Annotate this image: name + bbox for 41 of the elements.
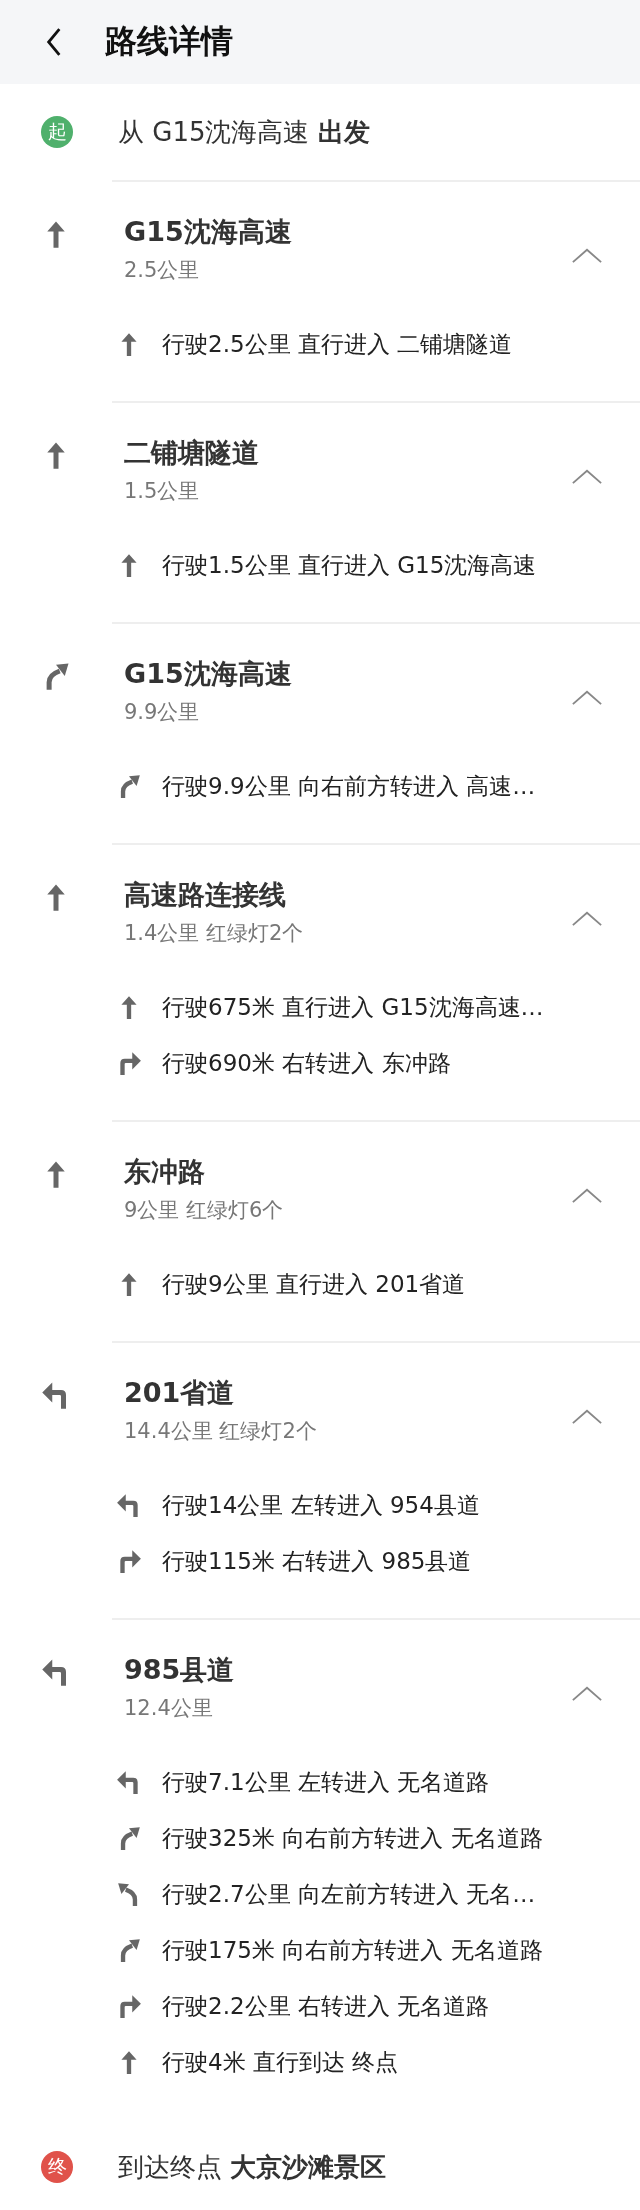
back-icon[interactable] [45, 27, 63, 57]
segment-summary: 1.5公里 [124, 478, 201, 505]
collapse-chevron-icon[interactable] [571, 1408, 603, 1425]
step-instruction: 行驶2.7公里 向左前方转进入 无名… [162, 1879, 536, 1909]
page-title: 路线详情 [105, 21, 233, 62]
collapse-chevron-icon[interactable] [571, 468, 603, 485]
collapse-chevron-icon[interactable] [571, 1685, 603, 1702]
step-instruction: 行驶9.9公里 向右前方转进入 高速… [162, 771, 536, 801]
step-instruction: 行驶14公里 左转进入 954县道 [162, 1490, 480, 1520]
collapse-chevron-icon[interactable] [571, 1187, 603, 1204]
step-instruction: 行驶1.5公里 直行进入 G15沈海高速 [162, 550, 537, 580]
step-instruction: 行驶2.5公里 直行进入 二铺塘隧道 [162, 329, 513, 359]
step-instruction: 行驶2.2公里 右转进入 无名道路 [162, 1991, 490, 2021]
step-instruction: 行驶175米 向右前方转进入 无名道路 [162, 1935, 543, 1965]
road-name: 高速路连接线 [124, 878, 287, 912]
start-point-text: 从 G15沈海高速 出发 [118, 115, 370, 149]
road-name: 201省道 [124, 1376, 236, 1410]
step-instruction: 行驶4米 直行到达 终点 [162, 2047, 399, 2077]
collapse-chevron-icon[interactable] [571, 247, 603, 264]
road-name: G15沈海高速 [124, 215, 293, 249]
collapse-chevron-icon[interactable] [571, 689, 603, 706]
road-name: 东冲路 [124, 1155, 206, 1189]
segment-summary: 9.9公里 [124, 699, 201, 726]
start-badge: 起 [41, 116, 73, 148]
segment-summary: 9公里 红绿灯6个 [124, 1197, 285, 1224]
step-instruction: 行驶7.1公里 左转进入 无名道路 [162, 1767, 490, 1797]
step-instruction: 行驶9公里 直行进入 201省道 [162, 1269, 466, 1299]
segment-summary: 14.4公里 红绿灯2个 [124, 1418, 318, 1445]
segment-summary: 1.4公里 红绿灯2个 [124, 920, 305, 947]
road-name: 二铺塘隧道 [124, 436, 260, 470]
destination-text: 到达终点 大京沙滩景区 [118, 2150, 387, 2184]
segment-summary: 2.5公里 [124, 257, 201, 284]
collapse-chevron-icon[interactable] [571, 910, 603, 927]
step-instruction: 行驶675米 直行进入 G15沈海高速… [162, 992, 544, 1022]
end-badge: 终 [41, 2151, 73, 2183]
step-instruction: 行驶325米 向右前方转进入 无名道路 [162, 1823, 543, 1853]
step-instruction: 行驶115米 右转进入 985县道 [162, 1546, 472, 1576]
segment-summary: 12.4公里 [124, 1695, 214, 1722]
step-instruction: 行驶690米 右转进入 东冲路 [162, 1048, 451, 1078]
road-name: 985县道 [124, 1653, 236, 1687]
road-name: G15沈海高速 [124, 657, 293, 691]
